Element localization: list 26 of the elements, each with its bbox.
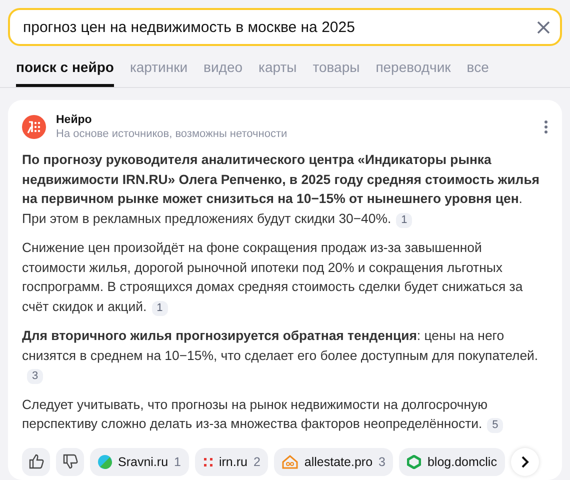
- tab[interactable]: поиск с нейро: [16, 59, 114, 87]
- house-icon: [282, 454, 298, 468]
- hexagon-icon: [407, 454, 422, 468]
- thumbs-down-icon: [62, 454, 78, 469]
- neuro-logo-icon: [22, 115, 46, 139]
- source-chip[interactable]: allestate.pro 3: [274, 448, 394, 476]
- chevron-right-icon: [520, 456, 529, 468]
- source-chip[interactable]: irn.ru 2: [194, 448, 268, 476]
- answer-paragraph: По прогнозу руководителя аналитического центра «Индикаторы рынка недвижимости IRN.RU» Олега Репченко, в 2025 году средняя стоимость жилья на первичном рынке может снизиться на 10−15% от нынешнего уровня цен. При этом в рекламных предложениях будут скидки 30−40%. 1: [22, 151, 540, 228]
- search-query: прогноз цен на недвижимость в москве на 2025: [23, 18, 356, 36]
- answer-paragraph: Снижение цен произойдёт на фоне сокращения продаж из-за завышенной стоимости жилья, дорогой рыночной ипотеки под 20% и сокращения льготных госпрограмм. В строящихся домах средняя стоимость сделки будет снижаться за счёт скидок и акций. 1: [22, 239, 524, 316]
- close-icon[interactable]: [537, 20, 550, 34]
- dots-icon: [202, 456, 213, 466]
- like-button[interactable]: [22, 448, 50, 476]
- more-icon[interactable]: [544, 120, 548, 134]
- dislike-button[interactable]: [56, 448, 84, 476]
- answer-paragraph: Для вторичного жилья прогнозируется обратная тенденция: цены на него снизятся в среднем на 10−15%, что сделает его более доступным для покупателей. 3: [22, 327, 540, 384]
- answer-subtitle: На основе источников, возможны неточности: [56, 128, 288, 140]
- answer-title: Нейро: [56, 114, 93, 126]
- answer-paragraph: Следует учитывать, что прогнозы на рынок недвижимости на долгосрочную перспективу сложно делать из-за множества факторов неопределённости. 5: [22, 394, 548, 434]
- next-button[interactable]: [510, 448, 539, 476]
- thumbs-up-icon: [28, 454, 44, 469]
- source-chip[interactable]: blog.domclic: [399, 448, 505, 476]
- search-field[interactable]: прогноз цен на недвижимость в москве на 2025: [8, 8, 562, 46]
- source-chip[interactable]: Sravni.ru 1: [90, 448, 189, 476]
- leaf-icon: [98, 454, 112, 468]
